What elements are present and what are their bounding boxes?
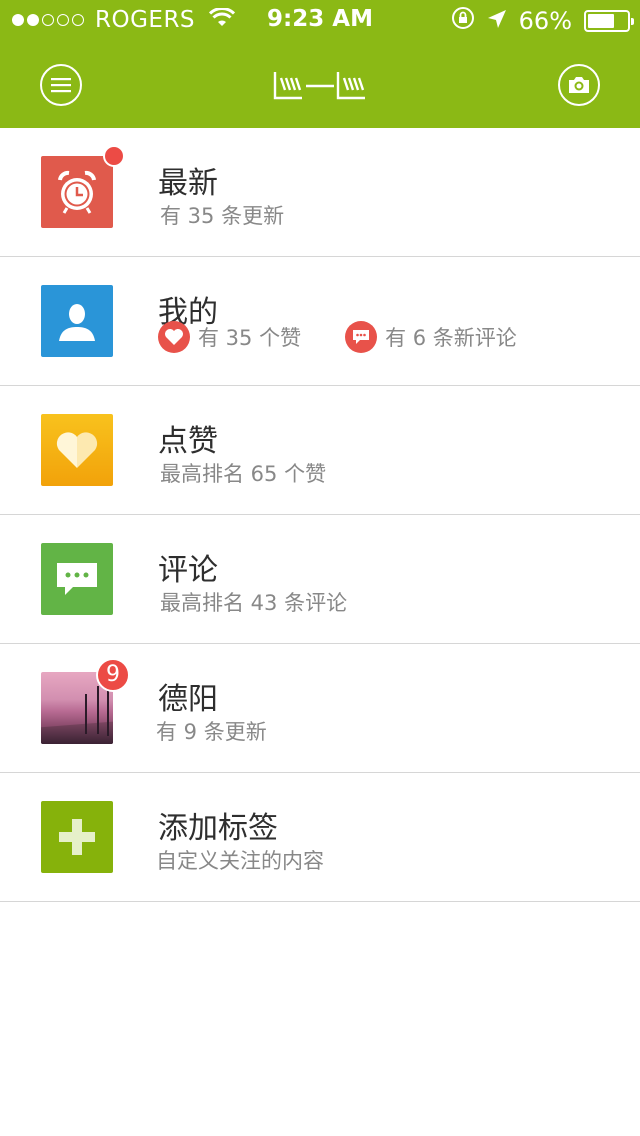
comments-count: 有 6 条新评论 bbox=[385, 326, 517, 350]
list-item-likes[interactable]: 点赞 最高排名 65 个赞 bbox=[0, 386, 640, 515]
item-title: 最新 bbox=[158, 166, 218, 201]
item-title: 点赞 bbox=[158, 424, 218, 459]
navigation-bar bbox=[0, 40, 640, 128]
list-item-deyang[interactable]: 9 德阳 有 9 条更新 bbox=[0, 644, 640, 773]
top-bar: ROGERS 9:23 AM 66% bbox=[0, 0, 640, 128]
list-item-add-tag[interactable]: 添加标签 自定义关注的内容 bbox=[0, 773, 640, 902]
alarm-clock-icon bbox=[41, 156, 113, 228]
item-subtitle: 有 9 条更新 bbox=[156, 720, 267, 744]
list-item-comments[interactable]: 评论 最高排名 43 条评论 bbox=[0, 515, 640, 644]
logo-icon bbox=[273, 72, 365, 100]
rotation-lock-icon bbox=[451, 6, 475, 36]
item-title: 德阳 bbox=[158, 682, 218, 717]
location-arrow-icon bbox=[487, 7, 507, 35]
menu-icon bbox=[51, 78, 71, 93]
heart-icon bbox=[158, 321, 190, 353]
item-subtitle: 自定义关注的内容 bbox=[156, 849, 324, 873]
item-title: 添加标签 bbox=[158, 811, 278, 846]
plus-icon bbox=[41, 801, 113, 873]
notification-dot bbox=[103, 145, 125, 167]
battery-icon bbox=[584, 10, 634, 32]
update-count-badge: 9 bbox=[96, 658, 130, 692]
menu-button[interactable] bbox=[40, 64, 82, 106]
speech-bubble-icon bbox=[41, 543, 113, 615]
status-bar: ROGERS 9:23 AM 66% bbox=[0, 0, 640, 40]
camera-icon bbox=[569, 77, 589, 93]
comment-icon bbox=[345, 321, 378, 353]
feed-list: 最新 有 35 条更新 我的 有 35 个赞 有 6 条新评论 点赞 最高排名 … bbox=[0, 128, 640, 902]
comments-stat: 有 6 条新评论 bbox=[345, 321, 517, 353]
likes-stat: 有 35 个赞 bbox=[158, 321, 301, 353]
list-item-mine[interactable]: 我的 有 35 个赞 有 6 条新评论 bbox=[0, 257, 640, 386]
battery-percent: 66% bbox=[518, 7, 572, 35]
user-icon bbox=[41, 285, 113, 357]
heart-icon bbox=[41, 414, 113, 486]
item-title: 评论 bbox=[158, 553, 218, 588]
list-item-latest[interactable]: 最新 有 35 条更新 bbox=[0, 128, 640, 257]
likes-count: 有 35 个赞 bbox=[198, 326, 302, 350]
camera-button[interactable] bbox=[558, 64, 600, 106]
item-subtitle: 最高排名 43 条评论 bbox=[160, 591, 348, 615]
item-subtitle: 有 35 条更新 bbox=[160, 204, 285, 228]
item-subtitle: 最高排名 65 个赞 bbox=[160, 462, 327, 486]
